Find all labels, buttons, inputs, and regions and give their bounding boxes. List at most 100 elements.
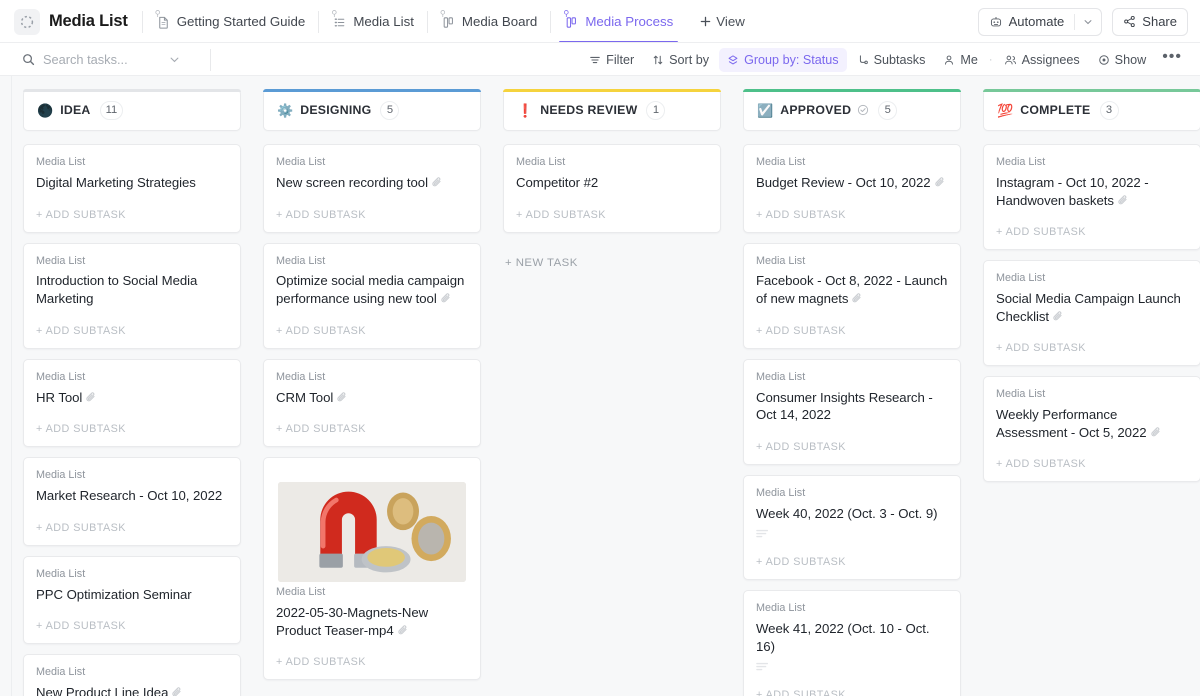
task-card[interactable]: Media List CRM Tool + ADD SUBTASK [263, 358, 481, 448]
kanban-board: 🌑 IDEA 11 Media List Digital Marketing Strat… [0, 76, 1200, 696]
subtasks-button[interactable]: Subtasks [849, 48, 934, 72]
tab-label: Media Process [585, 14, 674, 29]
add-subtask-button[interactable]: + ADD SUBTASK [756, 308, 948, 348]
tab-media-list[interactable]: ⚲ Media List [319, 0, 427, 43]
tab-media-process[interactable]: ⚲ Media Process [551, 0, 686, 44]
column-count: 1 [646, 100, 666, 120]
column-header-complete[interactable]: 💯 COMPLETE 3 [983, 89, 1200, 131]
task-card[interactable]: Media List HR Tool + ADD SUBTASK [23, 358, 241, 448]
add-subtask-button[interactable]: + ADD SUBTASK [36, 406, 228, 446]
task-card[interactable]: Media List Instagram - Oct 10, 2022 - Han… [983, 144, 1200, 251]
search-input[interactable] [43, 52, 161, 67]
task-card[interactable]: Media List Optimize social media campaign… [263, 242, 481, 349]
share-button[interactable]: Share [1112, 7, 1188, 36]
attachment-icon [85, 391, 97, 403]
add-subtask-button[interactable]: + ADD SUBTASK [276, 308, 468, 348]
task-card[interactable]: Media List Consumer Insights Research - O… [743, 358, 961, 465]
column-accent-bar [503, 89, 721, 92]
task-card[interactable]: Media List PPC Optimization Seminar + ADD … [23, 555, 241, 645]
card-title: Market Research - Oct 10, 2022 [36, 488, 223, 503]
task-card[interactable]: Media List Digital Marketing Strategies + … [23, 144, 241, 233]
column-status-icon: ☑️ [757, 102, 774, 118]
task-card[interactable]: Media List Budget Review - Oct 10, 2022 + … [743, 144, 961, 233]
show-button[interactable]: Show [1090, 48, 1155, 72]
task-card[interactable]: Media List Week 41, 2022 (Oct. 10 - Oct. … [743, 590, 961, 696]
sort-by-label: Sort by [669, 52, 710, 67]
group-icon [727, 54, 739, 66]
chevron-down-icon[interactable] [1075, 9, 1101, 35]
add-subtask-button[interactable]: + ADD SUBTASK [276, 192, 468, 232]
task-card[interactable]: Media List Social Media Campaign Launch C… [983, 260, 1200, 367]
card-title-row: Consumer Insights Research - Oct 14, 202… [756, 389, 948, 424]
add-subtask-button[interactable]: + ADD SUBTASK [996, 209, 1188, 249]
task-card[interactable]: Media List Introduction to Social Media M… [23, 242, 241, 349]
workspace-icon[interactable] [14, 8, 40, 35]
add-subtask-button[interactable]: + ADD SUBTASK [756, 192, 948, 232]
filter-label: Filter [606, 52, 635, 67]
me-button[interactable]: Me [935, 48, 986, 72]
column-header-approved[interactable]: ☑️ APPROVED 5 [743, 89, 961, 131]
add-subtask-button[interactable]: + ADD SUBTASK [276, 406, 468, 446]
column-name: NEEDS REVIEW [540, 103, 638, 117]
add-subtask-button[interactable]: + ADD SUBTASK [516, 192, 708, 232]
add-subtask-button[interactable]: + ADD SUBTASK [36, 505, 228, 545]
tab-media-board[interactable]: ⚲ Media Board [428, 0, 550, 43]
sort-by-button[interactable]: Sort by [644, 48, 717, 72]
task-card[interactable]: Media List 2022-05-30-Magnets-New Product… [263, 457, 481, 681]
add-subtask-button[interactable]: + ADD SUBTASK [36, 603, 228, 643]
task-card[interactable]: Media List Market Research - Oct 10, 2022… [23, 457, 241, 546]
add-view-button[interactable]: View [686, 14, 755, 29]
group-by-button[interactable]: Group by: Status [719, 47, 847, 72]
search-icon [22, 53, 35, 66]
task-card[interactable]: Media ListNew Product Line Idea+ ADD SUB… [23, 654, 241, 696]
column-header-idea[interactable]: 🌑 IDEA 11 [23, 89, 241, 131]
column-header-needs-review[interactable]: ❗ NEEDS REVIEW 1 [503, 89, 721, 131]
attachment-icon [440, 292, 452, 304]
card-list-name: Media List [756, 486, 806, 499]
card-list-name: Media List [36, 666, 86, 679]
task-card[interactable]: Media List Week 40, 2022 (Oct. 3 - Oct. 9… [743, 474, 961, 581]
add-subtask-button[interactable]: + ADD SUBTASK [756, 672, 948, 696]
column-header-designing[interactable]: ⚙️ DESIGNING 5 [263, 89, 481, 131]
sort-icon [652, 54, 664, 66]
share-icon [1123, 15, 1136, 28]
new-task-button[interactable]: + NEW TASK [503, 243, 721, 269]
automate-button[interactable]: Automate [977, 7, 1103, 36]
add-subtask-button[interactable]: + ADD SUBTASK [756, 424, 948, 464]
magnet-coins-image [278, 482, 466, 583]
tab-getting-started-guide[interactable]: ⚲ Getting Started Guide [143, 0, 319, 43]
more-options-button[interactable]: ••• [1156, 48, 1188, 72]
chevron-down-icon[interactable] [169, 54, 180, 65]
add-subtask-button[interactable]: + ADD SUBTASK [276, 639, 468, 679]
card-thumbnail[interactable] [264, 469, 480, 586]
card-title: Weekly Performance Assessment - Oct 5, 2… [996, 407, 1147, 440]
add-subtask-button[interactable]: + ADD SUBTASK [36, 308, 228, 348]
card-title-row: PPC Optimization Seminar [36, 586, 228, 604]
task-card[interactable]: Media List Competitor #2 + ADD SUBTASK [503, 144, 721, 233]
card-title-row: New Product Line Idea [36, 684, 228, 696]
share-label: Share [1142, 14, 1177, 29]
column-accent-bar [263, 89, 481, 92]
column-cards: Media List Digital Marketing Strategies + … [23, 144, 241, 696]
add-subtask-button[interactable]: + ADD SUBTASK [756, 539, 948, 579]
card-title-row: Optimize social media campaign performan… [276, 272, 468, 307]
card-list-name: Media List [276, 254, 326, 267]
assignees-button[interactable]: Assignees [996, 48, 1088, 72]
add-subtask-button[interactable]: + ADD SUBTASK [996, 325, 1188, 365]
task-card[interactable]: Media List Facebook - Oct 8, 2022 - Launc… [743, 242, 961, 349]
card-title-row: Introduction to Social Media Marketing [36, 272, 228, 307]
doc-icon: ⚲ [155, 10, 171, 30]
filter-button[interactable]: Filter [581, 48, 642, 72]
task-card[interactable]: Media List New screen recording tool + ADD… [263, 144, 481, 233]
column-count: 5 [878, 100, 898, 120]
card-title-row: Week 40, 2022 (Oct. 3 - Oct. 9) [756, 505, 948, 523]
tab-label: Getting Started Guide [176, 14, 306, 29]
search-box[interactable] [14, 48, 206, 72]
column-count: 3 [1099, 100, 1119, 120]
column-name: APPROVED [780, 103, 852, 117]
task-card[interactable]: Media List Weekly Performance Assessment … [983, 376, 1200, 483]
add-subtask-button[interactable]: + ADD SUBTASK [996, 441, 1188, 481]
add-subtask-button[interactable]: + ADD SUBTASK [36, 192, 228, 232]
attachment-icon [397, 624, 409, 636]
board-icon: ⚲ [563, 10, 579, 30]
